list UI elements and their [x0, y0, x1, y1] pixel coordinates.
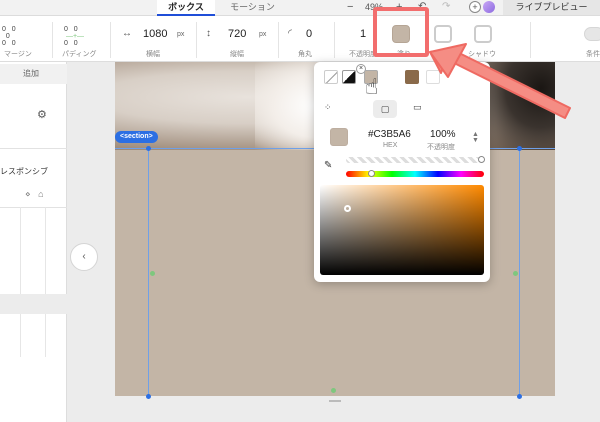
height-label: 縦幅: [230, 51, 244, 58]
padding-icon[interactable]: 0 0 —+— 0 0: [64, 26, 84, 47]
device-icons[interactable]: ⋄ ⌂: [25, 189, 44, 200]
divider: [278, 22, 279, 58]
height-unit: px: [259, 31, 267, 38]
radius-label: 角丸: [298, 51, 312, 58]
no-fill-swatch[interactable]: [324, 70, 338, 84]
condition-toggle[interactable]: [584, 27, 600, 41]
grid-line: [45, 207, 46, 357]
divider: [0, 148, 67, 149]
chevron-left-icon[interactable]: ‹: [70, 243, 98, 271]
radius-icon: ◜: [288, 28, 292, 39]
width-unit: px: [177, 31, 185, 38]
divider: [0, 207, 67, 208]
hex-label: HEX: [383, 142, 398, 149]
zoom-out-button[interactable]: −: [347, 0, 353, 14]
condition-label: 条件: [586, 51, 600, 58]
padding-handle[interactable]: [150, 271, 155, 276]
resize-handle[interactable]: [517, 394, 522, 399]
divider: [110, 22, 111, 58]
bottom-handle[interactable]: [329, 400, 341, 402]
hex-input[interactable]: #C3B5A6: [368, 129, 411, 140]
padding-handle[interactable]: [331, 388, 336, 393]
add-button[interactable]: 追加: [0, 64, 67, 84]
property-toolbar: 0 0 00 0 マージン 0 0 —+— 0 0 パディング ↔ 1080 px…: [0, 16, 600, 62]
tab-box[interactable]: ボックス: [157, 0, 215, 16]
padding-label: パディング: [62, 51, 97, 58]
guide-line: [519, 148, 520, 398]
avatar[interactable]: [483, 1, 495, 13]
border-label: 枠線: [436, 51, 450, 58]
hand-cursor-icon: ☝: [365, 74, 379, 99]
alpha-slider[interactable]: [346, 157, 484, 163]
selected-color-preview: [330, 128, 348, 146]
hue-slider-knob[interactable]: [368, 170, 375, 177]
border-swatch[interactable]: [434, 25, 452, 43]
padding-handle[interactable]: [513, 271, 518, 276]
color-picker-popup: × ⁘ ▢ ▭ #C3B5A6 HEX 100% 不透明度 ▲ ▼ ✎: [314, 62, 490, 282]
eyedropper-icon[interactable]: ✎: [324, 160, 332, 171]
hue-slider[interactable]: [346, 171, 484, 177]
margin-label: マージン: [4, 51, 32, 58]
solid-mode-icon[interactable]: ▢: [373, 100, 397, 118]
opacity-input[interactable]: 1: [360, 28, 366, 40]
width-label: 横幅: [146, 51, 160, 58]
grid-line: [20, 207, 21, 357]
brown-swatch[interactable]: [405, 70, 419, 84]
live-preview-button[interactable]: ライブプレビュー: [503, 0, 600, 15]
divider: [530, 22, 531, 58]
saturation-knob[interactable]: [344, 205, 351, 212]
redo-icon[interactable]: ↷: [442, 0, 450, 14]
radius-input[interactable]: 0: [306, 28, 312, 40]
saturation-area[interactable]: [320, 185, 484, 275]
section-tag[interactable]: <section>: [115, 131, 158, 143]
height-icon: ↕: [206, 28, 211, 39]
opacity-label: 不透明度: [427, 144, 455, 151]
divider: [52, 22, 53, 58]
shadow-label: シャドウ: [468, 51, 496, 58]
list-item[interactable]: [0, 294, 67, 314]
width-input[interactable]: 1080: [143, 28, 167, 40]
tab-motion[interactable]: モーション: [225, 0, 280, 16]
margin-icon[interactable]: 0 0 00 0: [2, 26, 16, 47]
image-mode-icon[interactable]: ▭: [413, 102, 422, 113]
top-tabbar: ボックス モーション − 49% + ↶ ↷ + ライブプレビュー: [0, 0, 600, 16]
alpha-slider-knob[interactable]: [478, 156, 485, 163]
highlight-box: [373, 7, 429, 57]
left-panel: 追加 ⚙ レスポンシブ ⋄ ⌂: [0, 62, 67, 422]
black-white-swatch[interactable]: [342, 70, 356, 84]
height-input[interactable]: 720: [228, 28, 246, 40]
resize-handle[interactable]: [146, 146, 151, 151]
empty-swatch[interactable]: [426, 70, 440, 84]
settings-sliders-icon[interactable]: ⚙: [37, 108, 47, 121]
divider: [334, 22, 335, 58]
opacity-stepper[interactable]: ▲ ▼: [472, 131, 479, 144]
width-icon: ↔: [122, 28, 132, 39]
gradient-mode-icon[interactable]: ⁘: [324, 102, 332, 113]
resize-handle[interactable]: [517, 146, 522, 151]
guide-line: [148, 148, 149, 398]
resize-handle[interactable]: [146, 394, 151, 399]
opacity-input[interactable]: 100%: [430, 129, 456, 140]
responsive-label: レスポンシブ: [0, 167, 48, 176]
add-collaborator-icon[interactable]: +: [469, 1, 481, 13]
divider: [196, 22, 197, 58]
shadow-swatch[interactable]: [474, 25, 492, 43]
